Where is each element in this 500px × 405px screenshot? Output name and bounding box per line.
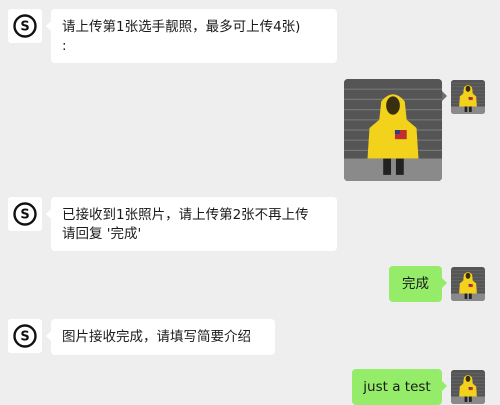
- message-bubble-outgoing: just a test: [352, 369, 447, 405]
- user-avatar[interactable]: [451, 80, 485, 114]
- svg-text:S: S: [20, 20, 29, 35]
- message-text: just a test: [363, 379, 431, 395]
- bot-logo-icon: S: [13, 324, 37, 348]
- message-bubble-incoming: 已接收到1张照片，请上传第2张不再上传 请回复 '完成': [46, 197, 337, 251]
- bot-logo-icon: S: [13, 14, 37, 38]
- message-text: 请回复 '完成': [62, 226, 142, 242]
- svg-text:S: S: [20, 208, 29, 223]
- message-bubble-incoming: 图片接收完成，请填写简要介绍: [46, 319, 275, 355]
- message-bubble-outgoing: 完成: [389, 266, 447, 302]
- photo-image: [344, 79, 442, 181]
- bot-avatar[interactable]: S: [8, 197, 42, 231]
- bot-avatar[interactable]: S: [8, 9, 42, 43]
- message-text: :: [62, 38, 67, 54]
- message-text: 完成: [402, 276, 429, 292]
- bubble-tail: [442, 91, 447, 101]
- user-avatar-image: [451, 267, 485, 301]
- user-avatar[interactable]: [451, 267, 485, 301]
- message-bubble-incoming: 请上传第1张选手靓照，最多可上传4张) :: [46, 9, 337, 63]
- svg-text:S: S: [20, 330, 29, 345]
- photo-message[interactable]: [344, 79, 442, 181]
- bot-logo-icon: S: [13, 202, 37, 226]
- user-avatar[interactable]: [451, 370, 485, 404]
- user-avatar-image: [451, 80, 485, 114]
- bot-avatar[interactable]: S: [8, 319, 42, 353]
- message-text: 已接收到1张照片，请上传第2张不再上传: [62, 207, 309, 223]
- message-text: 图片接收完成，请填写简要介绍: [62, 329, 251, 345]
- message-text: 请上传第1张选手靓照，最多可上传4张): [62, 19, 301, 35]
- user-avatar-image: [451, 370, 485, 404]
